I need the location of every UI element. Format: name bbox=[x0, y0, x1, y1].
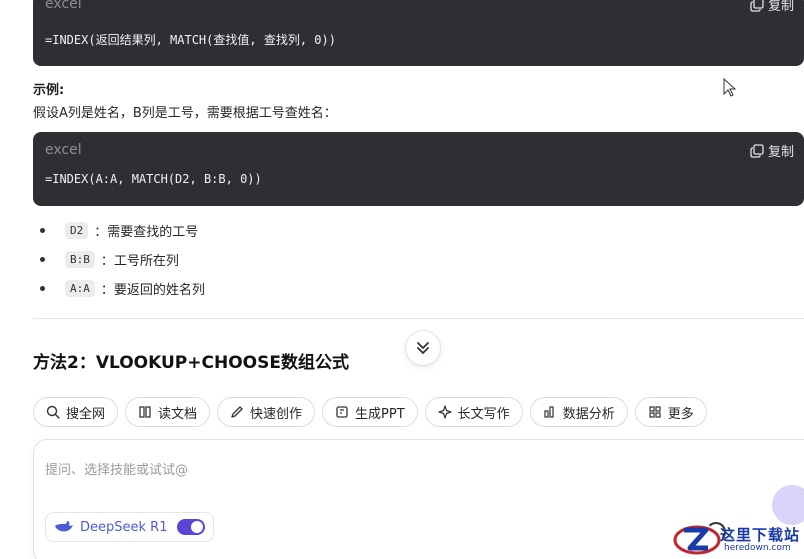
list-item-text: ：需要查找的工号 bbox=[94, 225, 199, 240]
chip-generate-ppt[interactable]: 生成PPT bbox=[322, 397, 418, 427]
example-heading: 示例: bbox=[33, 83, 65, 98]
book-icon bbox=[139, 406, 151, 418]
chip-label: 生成PPT bbox=[355, 406, 405, 422]
bullet-dot bbox=[40, 257, 45, 262]
inline-code: B:B bbox=[65, 251, 95, 268]
divider bbox=[33, 318, 804, 319]
chip-label: 更多 bbox=[667, 406, 694, 422]
bullet-dot bbox=[40, 228, 45, 233]
chip-label: 搜全网 bbox=[66, 406, 106, 422]
chip-long-writing[interactable]: 长文写作 bbox=[424, 397, 523, 427]
watermark: 这里下载站 heredown.com bbox=[670, 518, 804, 559]
copy-button[interactable]: 复制 bbox=[750, 0, 794, 14]
ppt-icon bbox=[336, 406, 348, 418]
double-chevron-down-icon bbox=[417, 342, 429, 354]
search-icon bbox=[46, 405, 60, 419]
watermark-logo-icon bbox=[673, 525, 721, 555]
inline-code: D2 bbox=[65, 222, 89, 239]
deepseek-logo-icon bbox=[55, 521, 73, 532]
watermark-title: 这里下载站 bbox=[720, 526, 801, 544]
code-text: =INDEX(A:A, MATCH(D2, B:B, 0)) bbox=[45, 172, 262, 186]
list-item: B:B ：工号所在列 bbox=[40, 245, 205, 274]
chip-more[interactable]: 更多 bbox=[634, 397, 707, 427]
code-block-header: excel 复制 bbox=[33, 0, 804, 20]
code-language-label: excel bbox=[45, 142, 82, 158]
sparkle-icon bbox=[438, 405, 452, 419]
chip-label: 读文档 bbox=[158, 406, 198, 422]
skill-chips: 搜全网 读文档 快速创作 生成PPT 长文写作 数据分析 更多 bbox=[33, 397, 707, 427]
copy-icon bbox=[750, 143, 764, 158]
chip-data-analysis[interactable]: 数据分析 bbox=[529, 397, 628, 427]
pen-icon bbox=[231, 406, 243, 418]
chat-input-placeholder[interactable]: 提问、选择技能或试试@ bbox=[45, 459, 188, 478]
copy-label: 复制 bbox=[767, 145, 794, 160]
example-text: 假设A列是姓名，B列是工号，需要根据工号查姓名： bbox=[33, 106, 337, 121]
chip-label: 数据分析 bbox=[562, 406, 615, 422]
code-block: excel 复制 =INDEX(A:A, MATCH(D2, B:B, 0)) bbox=[33, 132, 804, 206]
watermark-subtitle: heredown.com bbox=[724, 543, 791, 553]
chip-search-web[interactable]: 搜全网 bbox=[33, 397, 119, 427]
bullet-list: D2 ：需要查找的工号 B:B ：工号所在列 A:A ：要返回的姓名列 bbox=[40, 216, 205, 303]
code-language-label: excel bbox=[45, 0, 82, 12]
list-item-text: ：工号所在列 bbox=[100, 254, 179, 269]
deep-think-toggle[interactable] bbox=[177, 519, 206, 535]
code-text: =INDEX(返回结果列, MATCH(查找值, 查找列, 0)) bbox=[45, 33, 336, 47]
chip-read-doc[interactable]: 读文档 bbox=[125, 397, 211, 427]
chip-label: 长文写作 bbox=[457, 406, 510, 422]
chip-quick-create[interactable]: 快速创作 bbox=[217, 397, 316, 427]
chip-label: 快速创作 bbox=[250, 406, 303, 422]
model-selector[interactable]: DeepSeek R1 bbox=[45, 512, 215, 542]
code-block: excel 复制 =INDEX(返回结果列, MATCH(查找值, 查找列, 0… bbox=[33, 0, 804, 66]
bullet-dot bbox=[40, 286, 45, 291]
scroll-to-bottom-button[interactable] bbox=[405, 330, 441, 366]
copy-button[interactable]: 复制 bbox=[750, 141, 794, 160]
inline-code: A:A bbox=[65, 280, 95, 297]
list-item: A:A ：要返回的姓名列 bbox=[40, 274, 205, 303]
chart-icon bbox=[544, 406, 554, 418]
code-block-header: excel 复制 bbox=[33, 140, 804, 166]
list-item: D2 ：需要查找的工号 bbox=[40, 216, 205, 245]
model-label: DeepSeek R1 bbox=[80, 519, 168, 535]
section-title: 方法2：VLOOKUP+CHOOSE数组公式 bbox=[33, 353, 349, 373]
grid-icon bbox=[649, 406, 661, 418]
list-item-text: ：要返回的姓名列 bbox=[100, 283, 205, 298]
copy-icon bbox=[750, 0, 764, 12]
copy-label: 复制 bbox=[767, 0, 794, 14]
mouse-cursor-icon bbox=[723, 78, 737, 97]
